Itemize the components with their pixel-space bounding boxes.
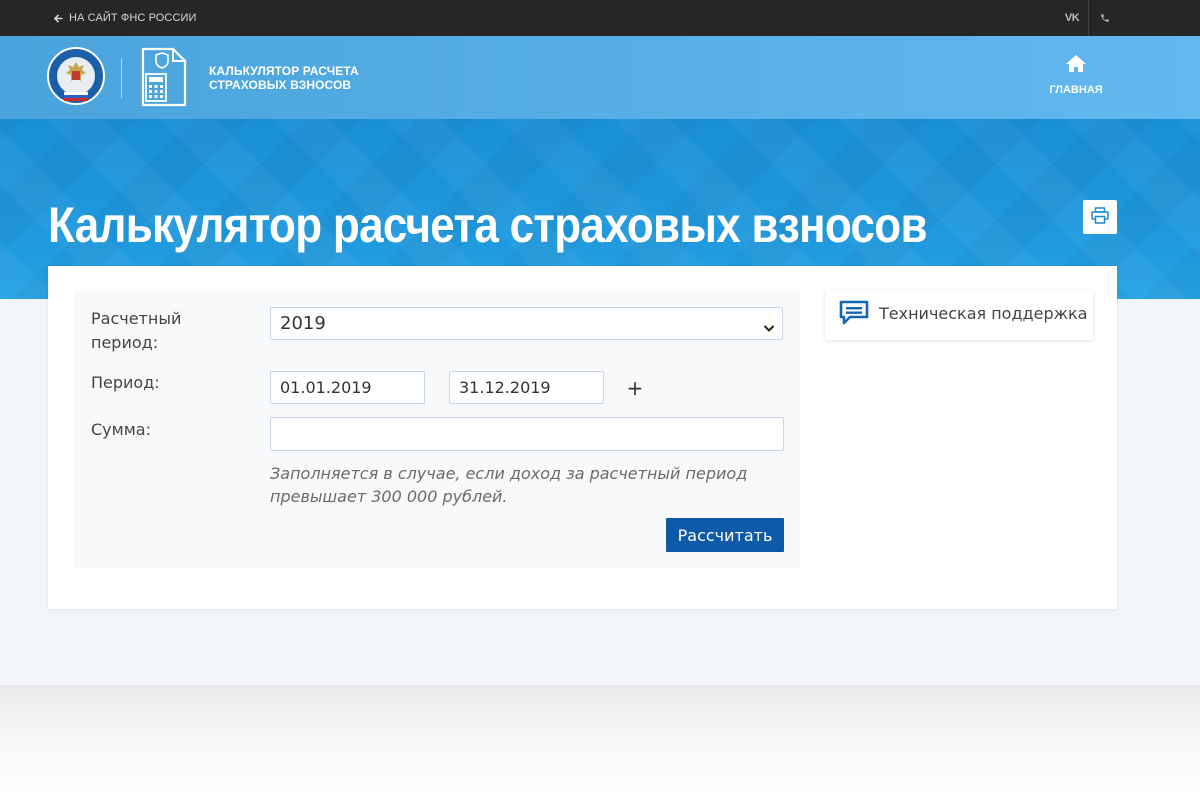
back-link-label: НА САЙТ ФНС РОССИИ bbox=[69, 12, 197, 24]
add-period-button[interactable]: + bbox=[624, 371, 646, 404]
page-footer-fade bbox=[0, 685, 1200, 800]
calculate-button[interactable]: Рассчитать bbox=[666, 518, 784, 552]
calculator-form: Расчетный период: 2019 Период: + Сумма: … bbox=[74, 291, 800, 568]
header-separator bbox=[121, 58, 122, 98]
period-type-value: 2019 bbox=[280, 313, 326, 334]
app-title: КАЛЬКУЛЯТОР РАСЧЕТА СТРАХОВЫХ ВЗНОСОВ bbox=[209, 64, 359, 92]
sum-hint: Заполняется в случае, если доход за расч… bbox=[270, 464, 748, 506]
arrow-left-icon bbox=[54, 13, 63, 23]
date-to-input[interactable] bbox=[449, 371, 604, 404]
back-to-fns-link[interactable]: НА САЙТ ФНС РОССИИ bbox=[54, 0, 197, 36]
nav-home-label: ГЛАВНАЯ bbox=[1049, 84, 1103, 96]
printer-icon bbox=[1091, 207, 1109, 227]
sum-input[interactable] bbox=[270, 417, 784, 451]
home-icon bbox=[1065, 54, 1087, 77]
period-type-label: Расчетный период: bbox=[91, 309, 182, 352]
fns-emblem-logo[interactable] bbox=[46, 46, 106, 108]
top-bar: НА САЙТ ФНС РОССИИ VK bbox=[0, 0, 1200, 36]
chat-icon bbox=[839, 300, 869, 330]
tech-support-label: Техническая поддержка bbox=[879, 304, 1088, 323]
vk-icon[interactable]: VK bbox=[1060, 0, 1084, 36]
calculator-card: Расчетный период: 2019 Период: + Сумма: … bbox=[48, 266, 1117, 609]
chevron-down-icon bbox=[763, 318, 775, 339]
calculator-logo-icon[interactable] bbox=[140, 46, 188, 108]
print-button[interactable] bbox=[1083, 200, 1117, 234]
nav-home-link[interactable]: ГЛАВНАЯ bbox=[1040, 54, 1112, 96]
sum-label: Сумма: bbox=[91, 420, 151, 439]
phone-icon[interactable] bbox=[1096, 0, 1114, 36]
topbar-divider bbox=[1088, 0, 1089, 36]
site-header: КАЛЬКУЛЯТОР РАСЧЕТА СТРАХОВЫХ ВЗНОСОВ ГЛ… bbox=[0, 36, 1200, 119]
date-from-input[interactable] bbox=[270, 371, 425, 404]
period-label: Период: bbox=[91, 373, 160, 392]
tech-support-link[interactable]: Техническая поддержка bbox=[825, 290, 1093, 340]
page-title: Калькулятор расчета страховых взносов bbox=[48, 197, 927, 253]
period-type-select[interactable]: 2019 bbox=[270, 307, 783, 340]
